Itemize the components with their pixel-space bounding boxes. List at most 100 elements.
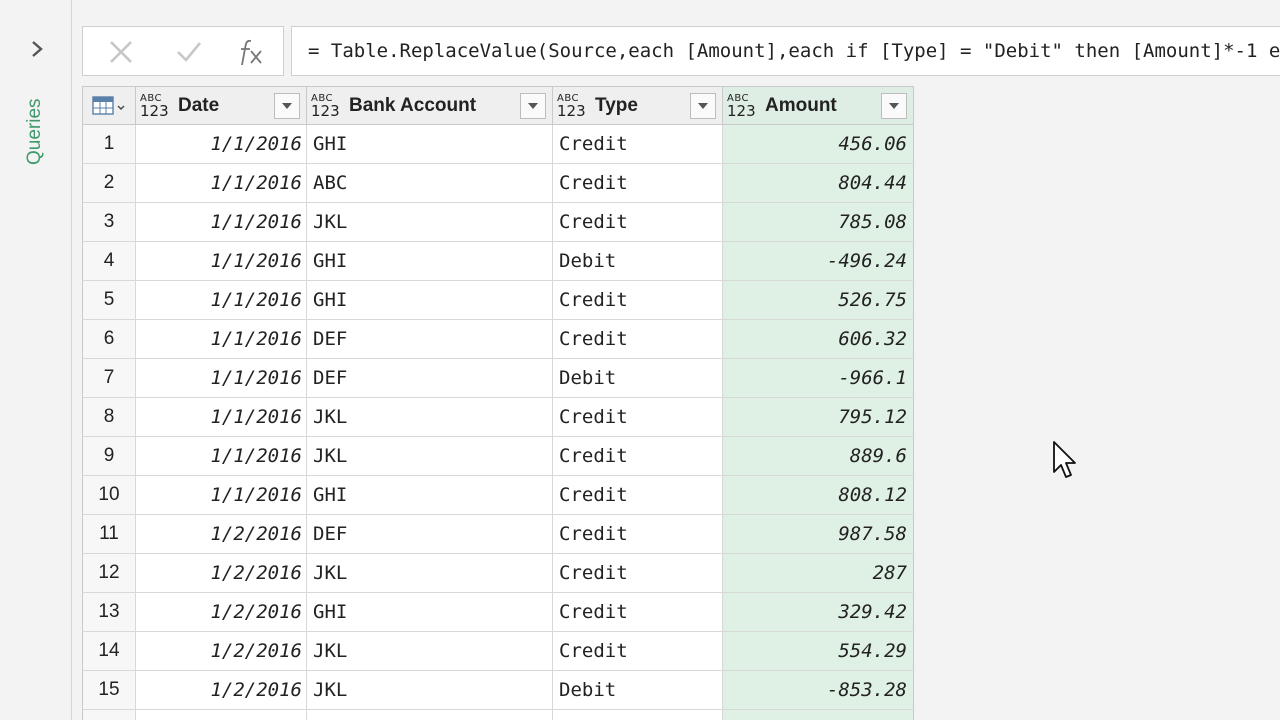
column-header-date[interactable]: ABC 123 Date (136, 86, 307, 125)
table-row[interactable]: 4 1/1/2016 GHI Debit -496.24 (82, 242, 914, 281)
column-header-bank-account[interactable]: ABC 123 Bank Account (307, 86, 553, 125)
cell-date[interactable]: 1/1/2016 (136, 242, 307, 281)
filter-dropdown-button[interactable] (274, 93, 300, 119)
cell-amount[interactable]: 526.75 (723, 281, 914, 320)
cell-type[interactable]: Credit (553, 710, 723, 720)
column-header-amount[interactable]: ABC 123 Amount (723, 86, 914, 125)
cell-bank-account[interactable]: ABC (307, 710, 553, 720)
cancel-formula-button[interactable] (101, 35, 141, 69)
cell-date[interactable]: 1/1/2016 (136, 203, 307, 242)
cell-date[interactable]: 1/1/2016 (136, 281, 307, 320)
table-row[interactable]: 11 1/2/2016 DEF Credit 987.58 (82, 515, 914, 554)
cell-bank-account[interactable]: GHI (307, 476, 553, 515)
table-row[interactable]: 6 1/1/2016 DEF Credit 606.32 (82, 320, 914, 359)
table-menu-button[interactable] (82, 86, 136, 125)
cell-amount[interactable]: 711.69 (723, 710, 914, 720)
cell-bank-account[interactable]: ABC (307, 164, 553, 203)
cell-amount[interactable]: -966.1 (723, 359, 914, 398)
cell-amount[interactable]: 795.12 (723, 398, 914, 437)
cell-type[interactable]: Credit (553, 515, 723, 554)
cell-date[interactable]: 1/2/2016 (136, 554, 307, 593)
cell-bank-account[interactable]: JKL (307, 437, 553, 476)
cell-amount[interactable]: 808.12 (723, 476, 914, 515)
cell-type[interactable]: Credit (553, 281, 723, 320)
insert-function-button[interactable] (231, 35, 271, 69)
column-header-type[interactable]: ABC 123 Type (553, 86, 723, 125)
cell-bank-account[interactable]: DEF (307, 515, 553, 554)
row-number: 10 (82, 476, 136, 515)
cell-type[interactable]: Credit (553, 554, 723, 593)
cell-amount[interactable]: -853.28 (723, 671, 914, 710)
cell-type[interactable]: Debit (553, 242, 723, 281)
cell-bank-account[interactable]: JKL (307, 398, 553, 437)
cell-type[interactable]: Credit (553, 164, 723, 203)
table-row[interactable]: 7 1/1/2016 DEF Debit -966.1 (82, 359, 914, 398)
table-row[interactable]: 13 1/2/2016 GHI Credit 329.42 (82, 593, 914, 632)
formula-input[interactable]: = Table.ReplaceValue(Source,each [Amount… (291, 26, 1280, 76)
table-row[interactable]: 15 1/2/2016 JKL Debit -853.28 (82, 671, 914, 710)
cell-amount[interactable]: 456.06 (723, 125, 914, 164)
filter-dropdown-button[interactable] (520, 93, 546, 119)
filter-dropdown-button[interactable] (690, 93, 716, 119)
cell-amount[interactable]: 785.08 (723, 203, 914, 242)
header-row: ABC 123 Date ABC 123 Bank Account ABC 123 T… (82, 86, 914, 125)
cell-date[interactable]: 1/2/2016 (136, 710, 307, 720)
cell-bank-account[interactable]: JKL (307, 671, 553, 710)
cell-amount[interactable]: 329.42 (723, 593, 914, 632)
cell-bank-account[interactable]: DEF (307, 320, 553, 359)
cell-amount[interactable]: 287 (723, 554, 914, 593)
cell-type[interactable]: Credit (553, 203, 723, 242)
row-number: 11 (82, 515, 136, 554)
cell-type[interactable]: Credit (553, 593, 723, 632)
table-row[interactable]: 14 1/2/2016 JKL Credit 554.29 (82, 632, 914, 671)
cell-bank-account[interactable]: JKL (307, 203, 553, 242)
cell-date[interactable]: 1/2/2016 (136, 632, 307, 671)
cell-bank-account[interactable]: JKL (307, 632, 553, 671)
table-row[interactable]: 10 1/1/2016 GHI Credit 808.12 (82, 476, 914, 515)
cell-type[interactable]: Debit (553, 359, 723, 398)
cell-type[interactable]: Credit (553, 125, 723, 164)
cell-date[interactable]: 1/1/2016 (136, 320, 307, 359)
expand-queries-button[interactable] (22, 34, 52, 64)
commit-formula-button[interactable] (169, 35, 209, 69)
cell-date[interactable]: 1/1/2016 (136, 398, 307, 437)
cell-date[interactable]: 1/1/2016 (136, 359, 307, 398)
cell-bank-account[interactable]: GHI (307, 281, 553, 320)
cell-amount[interactable]: 889.6 (723, 437, 914, 476)
cell-date[interactable]: 1/2/2016 (136, 593, 307, 632)
cell-type[interactable]: Credit (553, 632, 723, 671)
table-row[interactable]: 12 1/2/2016 JKL Credit 287 (82, 554, 914, 593)
cell-amount[interactable]: 804.44 (723, 164, 914, 203)
table-row[interactable]: 1 1/1/2016 GHI Credit 456.06 (82, 125, 914, 164)
cancel-x-icon (110, 41, 132, 63)
table-row[interactable]: 5 1/1/2016 GHI Credit 526.75 (82, 281, 914, 320)
table-row[interactable]: 8 1/1/2016 JKL Credit 795.12 (82, 398, 914, 437)
cell-type[interactable]: Credit (553, 476, 723, 515)
cell-date[interactable]: 1/1/2016 (136, 125, 307, 164)
cell-amount[interactable]: 554.29 (723, 632, 914, 671)
mouse-pointer-icon (1053, 441, 1076, 478)
cell-date[interactable]: 1/1/2016 (136, 476, 307, 515)
cell-bank-account[interactable]: GHI (307, 593, 553, 632)
cell-date[interactable]: 1/2/2016 (136, 671, 307, 710)
table-row[interactable]: 2 1/1/2016 ABC Credit 804.44 (82, 164, 914, 203)
cell-date[interactable]: 1/2/2016 (136, 515, 307, 554)
cell-bank-account[interactable]: GHI (307, 242, 553, 281)
filter-dropdown-button[interactable] (881, 93, 907, 119)
cell-amount[interactable]: 987.58 (723, 515, 914, 554)
table-row[interactable]: 3 1/1/2016 JKL Credit 785.08 (82, 203, 914, 242)
table-row[interactable]: 161/2/2016ABCCredit711.69 (82, 710, 914, 720)
cell-amount[interactable]: -496.24 (723, 242, 914, 281)
table-row[interactable]: 9 1/1/2016 JKL Credit 889.6 (82, 437, 914, 476)
cell-bank-account[interactable]: GHI (307, 125, 553, 164)
cell-date[interactable]: 1/1/2016 (136, 437, 307, 476)
cell-type[interactable]: Credit (553, 398, 723, 437)
cell-type[interactable]: Debit (553, 671, 723, 710)
cell-bank-account[interactable]: JKL (307, 554, 553, 593)
cell-type[interactable]: Credit (553, 320, 723, 359)
cell-amount[interactable]: 606.32 (723, 320, 914, 359)
cell-type[interactable]: Credit (553, 437, 723, 476)
queries-pane-label[interactable]: Queries (24, 98, 46, 165)
cell-date[interactable]: 1/1/2016 (136, 164, 307, 203)
cell-bank-account[interactable]: DEF (307, 359, 553, 398)
